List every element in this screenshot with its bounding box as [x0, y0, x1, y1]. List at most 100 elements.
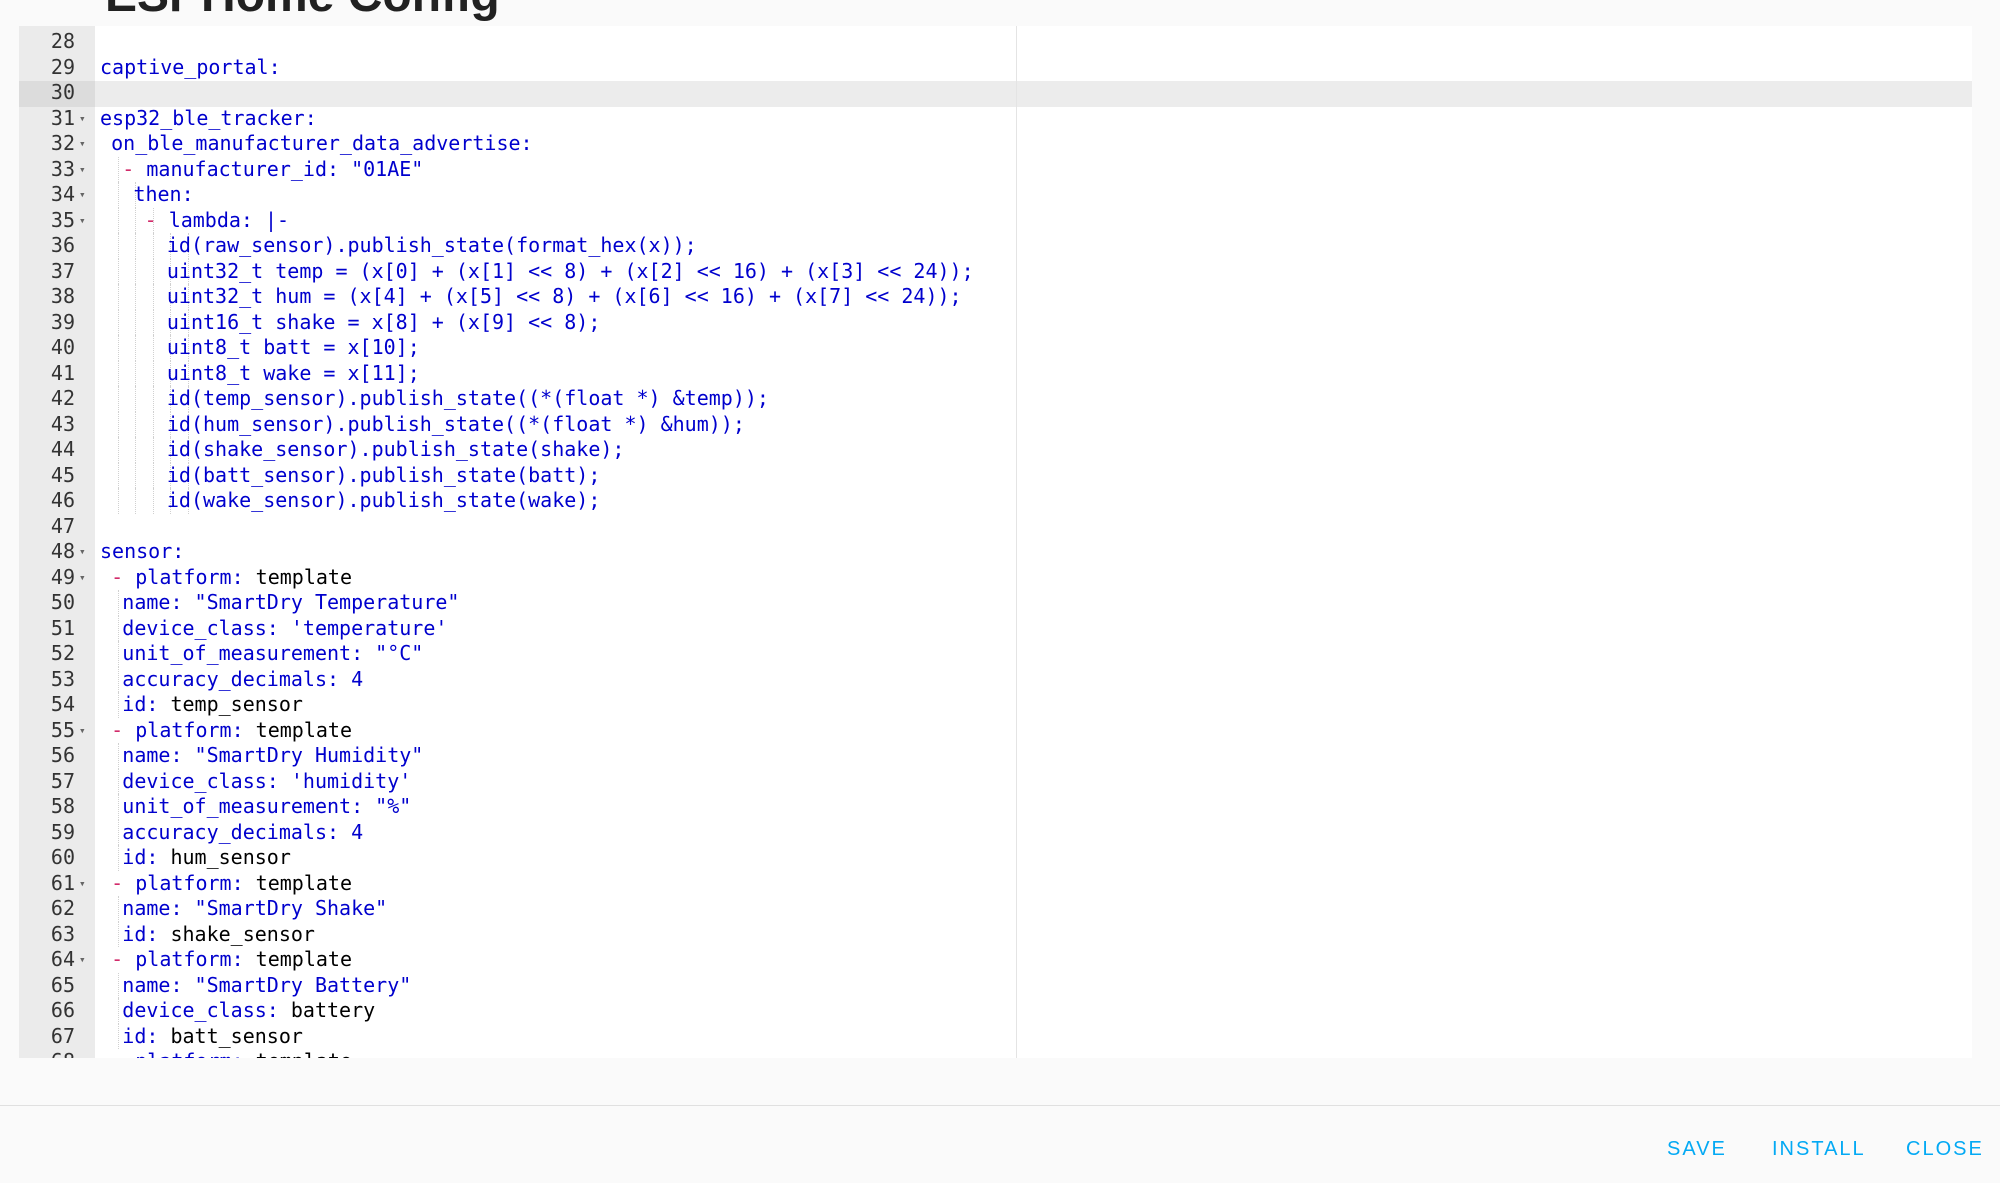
- code-line[interactable]: 56 name: "SmartDry Humidity": [19, 743, 1972, 769]
- yaml-value: template: [255, 870, 352, 895]
- close-button[interactable]: CLOSE: [1906, 1138, 1984, 1161]
- yaml-key: accuracy_decimals:: [122, 819, 352, 844]
- code-line[interactable]: 48 ▾ sensor:: [19, 539, 1972, 565]
- line-number: 42: [50, 386, 75, 410]
- code-line[interactable]: 62 name: "SmartDry Shake": [19, 896, 1972, 922]
- yaml-value: "01AE": [351, 156, 424, 181]
- code-line[interactable]: 33 ▾ - manufacturer_id: "01AE": [19, 156, 1972, 183]
- code-line[interactable]: 29 captive_portal:: [19, 55, 1972, 81]
- code-line[interactable]: 47: [19, 514, 1972, 540]
- code-line[interactable]: 36 id(raw_sensor).publish_state(format_he…: [19, 233, 1972, 259]
- indent-guide: [117, 335, 119, 361]
- code-line[interactable]: 40 uint8_t batt = x[10];: [19, 335, 1972, 361]
- code-line[interactable]: 53 accuracy_decimals: 4: [19, 666, 1972, 693]
- yaml-key: unit_of_measurement:: [122, 794, 376, 818]
- code-line[interactable]: 32 ▾ on_ble_manufacturer_data_advertise:: [19, 131, 1972, 157]
- indent-guide: [152, 360, 154, 386]
- code-line[interactable]: 37 uint32_t temp = (x[0] + (x[1] << 8) + …: [19, 258, 1972, 284]
- code-line[interactable]: 67 id: batt_sensor: [19, 1023, 1972, 1049]
- code-line[interactable]: 31 ▾ esp32_ble_tracker:: [19, 106, 1972, 132]
- fold-toggle-icon[interactable]: ▾: [79, 182, 86, 208]
- code-line[interactable]: 41 uint8_t wake = x[11];: [19, 360, 1972, 387]
- line-number: 43: [50, 411, 75, 436]
- fold-toggle-icon[interactable]: ▾: [79, 157, 86, 183]
- code-text: on_ble_manufacturer_data_advertise:: [111, 131, 532, 157]
- code-text: id(batt_sensor).publish_state(batt);: [167, 463, 600, 489]
- line-number: 31: [50, 105, 75, 130]
- code-editor[interactable]: 28 29 captive_portal: 30 31 ▾ esp32_ble_tracke…: [19, 26, 1972, 1058]
- code-text: - manufacturer_id: "01AE": [122, 157, 423, 183]
- indent-guide: [152, 488, 154, 514]
- indent-guide: [117, 641, 119, 667]
- yaml-key: name:: [122, 743, 195, 767]
- code-text: uint8_t wake = x[11];: [167, 361, 420, 387]
- code-text: accuracy_decimals: 4: [122, 667, 363, 693]
- code-text: device_class: battery: [122, 998, 375, 1024]
- code-text: then:: [133, 182, 193, 208]
- save-button[interactable]: SAVE: [1667, 1138, 1727, 1161]
- indent-guide: [152, 233, 154, 259]
- indent-guide: [117, 845, 119, 871]
- line-number: 52: [50, 641, 75, 665]
- indent-guide: [135, 284, 137, 310]
- fold-toggle-icon[interactable]: ▾: [79, 565, 86, 591]
- code-line[interactable]: 43 id(hum_sensor).publish_state((*(float …: [19, 411, 1972, 437]
- code-line[interactable]: 42 id(temp_sensor).publish_state((*(float…: [19, 386, 1972, 412]
- code-text: - platform: template: [111, 947, 352, 973]
- code-line[interactable]: 55 ▾ - platform: template: [19, 718, 1972, 744]
- code-line[interactable]: 34 ▾ then:: [19, 182, 1972, 208]
- code-line[interactable]: 59 accuracy_decimals: 4: [19, 819, 1972, 845]
- code-line[interactable]: 52 unit_of_measurement: "°C": [19, 641, 1972, 667]
- indent-guide: [117, 692, 119, 718]
- indent-guide: [117, 921, 119, 947]
- code-text: id: shake_sensor: [122, 922, 315, 948]
- code-line[interactable]: 63 id: shake_sensor: [19, 921, 1972, 948]
- line-number: 39: [50, 309, 75, 334]
- code-line[interactable]: 54 id: temp_sensor: [19, 692, 1972, 718]
- yaml-value: id(hum_sensor).publish_state((*(float *)…: [166, 411, 745, 436]
- code-line[interactable]: 28: [19, 29, 1972, 55]
- code-line[interactable]: 61 ▾ - platform: template: [19, 871, 1972, 897]
- indent-guide: [135, 488, 137, 514]
- fold-toggle-icon[interactable]: ▾: [79, 539, 86, 565]
- code-text: id: temp_sensor: [122, 692, 303, 718]
- code-line[interactable]: 58 unit_of_measurement: "%": [19, 794, 1972, 820]
- indent-guide: [117, 1023, 119, 1049]
- indent-guide: [117, 386, 119, 412]
- line-number: 66: [50, 998, 75, 1022]
- indent-guide: [117, 233, 119, 259]
- code-line[interactable]: 65 name: "SmartDry Battery": [19, 972, 1972, 998]
- code-text: - platform: template: [111, 718, 352, 744]
- code-line[interactable]: 68 - platform: template: [19, 1049, 1972, 1058]
- fold-toggle-icon[interactable]: ▾: [79, 131, 86, 157]
- code-line[interactable]: 64 ▾ - platform: template: [19, 947, 1972, 973]
- code-line[interactable]: 46 id(wake_sensor).publish_state(wake);: [19, 488, 1972, 514]
- code-line[interactable]: 57 device_class: 'humidity': [19, 768, 1972, 794]
- code-line[interactable]: 44 id(shake_sensor).publish_state(shake);: [19, 437, 1972, 463]
- fold-toggle-icon[interactable]: ▾: [79, 947, 86, 973]
- code-text: esp32_ble_tracker:: [100, 106, 317, 132]
- yaml-key: sensor:: [100, 539, 185, 563]
- indent-guide: [117, 437, 119, 463]
- code-line[interactable]: 39 uint16_t shake = x[8] + (x[9] << 8);: [19, 309, 1972, 336]
- code-line[interactable]: 45 id(batt_sensor).publish_state(batt);: [19, 462, 1972, 489]
- fold-toggle-icon[interactable]: ▾: [79, 208, 86, 234]
- code-line[interactable]: 30: [19, 80, 1972, 106]
- fold-toggle-icon[interactable]: ▾: [79, 718, 86, 744]
- code-line[interactable]: 51 device_class: 'temperature': [19, 615, 1972, 641]
- code-line[interactable]: 38 uint32_t hum = (x[4] + (x[5] << 8) + (…: [19, 284, 1972, 310]
- code-text: id(temp_sensor).publish_state((*(float *…: [167, 386, 769, 412]
- code-line[interactable]: 49 ▾ - platform: template: [19, 565, 1972, 591]
- indent-guide: [152, 462, 154, 488]
- code-text: - lambda: |-: [145, 208, 290, 234]
- code-line[interactable]: 35 ▾ - lambda: |-: [19, 207, 1972, 234]
- fold-toggle-icon[interactable]: ▾: [79, 106, 86, 132]
- install-button[interactable]: INSTALL: [1772, 1138, 1866, 1161]
- indent-guide: [117, 258, 119, 284]
- code-line[interactable]: 60 id: hum_sensor: [19, 845, 1972, 871]
- code-text: name: "SmartDry Shake": [122, 896, 387, 922]
- code-text: uint16_t shake = x[8] + (x[9] << 8);: [167, 310, 600, 336]
- code-line[interactable]: 66 device_class: battery: [19, 998, 1972, 1024]
- code-line[interactable]: 50 name: "SmartDry Temperature": [19, 590, 1972, 616]
- fold-toggle-icon[interactable]: ▾: [79, 871, 86, 897]
